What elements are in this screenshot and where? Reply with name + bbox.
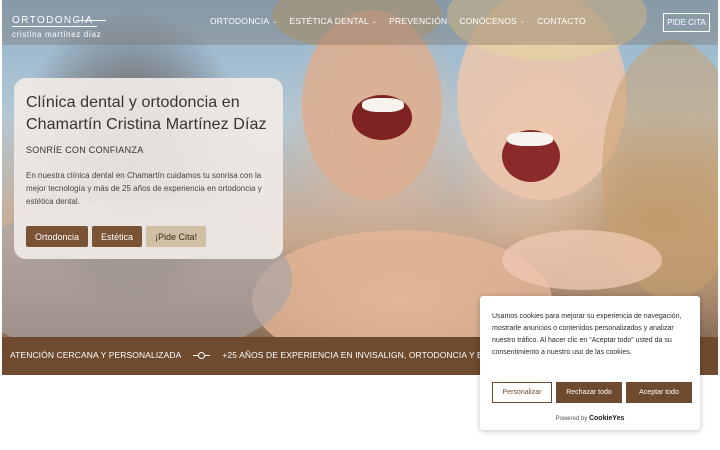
nav-item-label: CONÓCENOS (459, 16, 517, 26)
ticker-item: +25 AÑOS DE EXPERIENCIA EN INVISALIGN, O… (222, 350, 520, 360)
cookie-consent-banner: Usamos cookies para mejorar su experienc… (480, 296, 700, 430)
site-logo[interactable]: Ortodoncia cristina martínez díaz (12, 10, 106, 40)
nav-item-label: PREVENCIÓN (389, 16, 448, 26)
nav-item-label: CONTACTO (537, 16, 586, 26)
top-navigation: Ortodoncia cristina martínez díaz ORTODO… (2, 0, 718, 45)
main-menu: ORTODONCIA ⌄ ESTÉTICA DENTAL ⌄ PREVENCIÓ… (210, 16, 586, 26)
nav-item-estetica-dental[interactable]: ESTÉTICA DENTAL ⌄ (290, 16, 378, 26)
hero-card: Clínica dental y ortodoncia en Chamartín… (14, 78, 283, 259)
nav-item-conocenos[interactable]: CONÓCENOS ⌄ (459, 16, 525, 26)
hero-subtitle: SONRÍE CON CONFIANZA (26, 145, 144, 155)
ticker-item: ATENCIÓN CERCANA Y PERSONALIZADA (10, 350, 182, 360)
hero-title: Clínica dental y ortodoncia en Chamartín… (26, 94, 267, 133)
logo-divider (76, 20, 106, 21)
cookie-text: Usamos cookies para mejorar su experienc… (492, 313, 682, 356)
cookieyes-logo[interactable]: CookieYes (589, 415, 624, 422)
logo-line-1: Ortodoncia (12, 15, 98, 27)
logo-line-2: cristina martínez díaz (12, 30, 102, 39)
chevron-down-icon: ⌄ (371, 18, 378, 25)
chevron-down-icon: ⌄ (519, 18, 526, 25)
hero-buttons: Ortodoncia Estética ¡Pide Cita! (26, 226, 207, 247)
nav-item-contacto[interactable]: CONTACTO (537, 16, 586, 26)
pide-cita-hero-button[interactable]: ¡Pide Cita! (146, 226, 207, 247)
nav-item-label: ESTÉTICA DENTAL (289, 16, 369, 26)
powered-by: Powered by CookieYes (480, 415, 700, 422)
chevron-down-icon: ⌄ (272, 18, 278, 25)
powered-by-label: Powered by (555, 416, 588, 422)
ortodoncia-button[interactable]: Ortodoncia (26, 226, 89, 247)
cookie-buttons: Personalizar Rechazar todo Aceptar todo (492, 382, 692, 403)
customize-cookies-button[interactable]: Personalizar (492, 382, 552, 403)
reject-all-button[interactable]: Rechazar todo (556, 382, 622, 403)
nav-item-prevencion[interactable]: PREVENCIÓN (389, 16, 447, 26)
hero-description: En nuestra clínica dental en Chamartín c… (26, 171, 262, 206)
pide-cita-button[interactable]: PIDE CITA (663, 13, 710, 32)
ring-separator-icon (193, 351, 211, 359)
nav-item-label: ORTODONCIA (210, 16, 270, 26)
accept-all-button[interactable]: Aceptar todo (626, 382, 692, 403)
estetica-button[interactable]: Estética (92, 226, 143, 247)
nav-item-ortodoncia[interactable]: ORTODONCIA ⌄ (210, 16, 278, 26)
